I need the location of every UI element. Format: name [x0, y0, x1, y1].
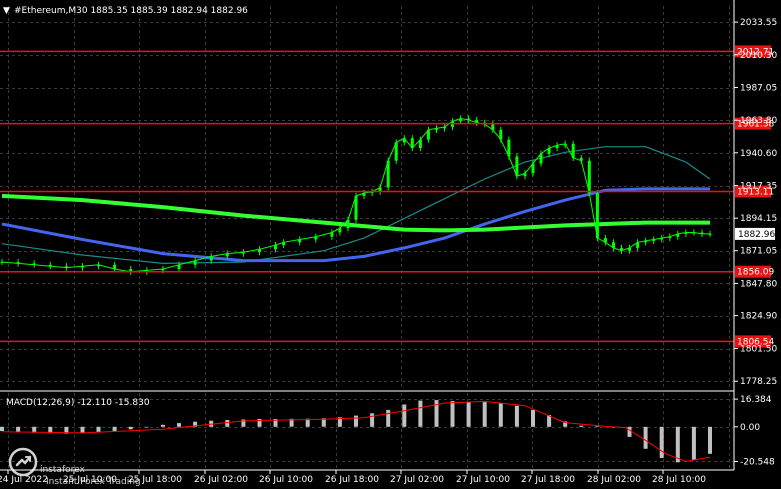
macd-bar [144, 426, 149, 428]
macd-bar [498, 403, 503, 427]
watermark-tagline: Instant Forex Trading [46, 477, 141, 487]
trading-chart[interactable]: 2012.711961.381913.111856.091806.54 2033… [0, 0, 781, 489]
time-tick-label: 27 Jul 02:00 [390, 475, 444, 485]
macd-bar [386, 409, 391, 427]
price-tick-label: 1847.80 [740, 279, 777, 289]
macd-tick-label: 16.384 [740, 395, 772, 405]
time-tick-label: 26 Jul 18:00 [325, 475, 379, 485]
time-tick-label: 26 Jul 02:00 [194, 475, 248, 485]
price-tick-label: 1987.05 [740, 84, 777, 94]
level-label: 1856.09 [737, 268, 774, 278]
macd-bar [691, 426, 696, 460]
macd-bar [627, 426, 632, 437]
macd-bar [482, 402, 487, 427]
macd-bar [225, 420, 230, 427]
symbol-header: #Ethereum,M30 1885.35 1885.39 1882.94 18… [14, 6, 248, 16]
dropdown-arrow-icon[interactable]: ▼ [3, 6, 10, 16]
price-tick-label: 1963.80 [740, 116, 777, 126]
price-tick-label: 2010.30 [740, 51, 777, 61]
macd-bar [80, 426, 85, 434]
price-tick-label: 1824.90 [740, 312, 777, 322]
macd-tick-label: 0.00 [740, 423, 760, 433]
time-tick-label: 28 Jul 10:00 [652, 475, 706, 485]
time-tick-label: 26 Jul 10:00 [259, 475, 313, 485]
time-tick-label: 27 Jul 10:00 [456, 475, 510, 485]
price-tick-label: 1801.50 [740, 345, 777, 355]
time-tick-label: 24 Jul 2022 [0, 475, 48, 485]
macd-bar [112, 426, 117, 431]
price-tick-label: 1940.60 [740, 149, 777, 159]
price-tick-label: 1778.25 [740, 377, 777, 387]
price-tick-label: 1917.35 [740, 182, 777, 192]
macd-bar [402, 404, 407, 427]
time-tick-label: 28 Jul 02:00 [587, 475, 641, 485]
macd-bar [418, 400, 423, 427]
macd-bar [643, 426, 648, 449]
macd-bar [675, 426, 680, 463]
macd-bar [659, 426, 664, 458]
macd-title: MACD(12,26,9) -12.110 -15.830 [6, 398, 150, 408]
macd-bar [177, 423, 181, 427]
watermark-brand: instaforex [40, 465, 85, 475]
macd-bar [514, 405, 519, 427]
time-tick-label: 27 Jul 18:00 [521, 475, 575, 485]
macd-bar [354, 415, 358, 427]
macd-bar [96, 426, 101, 433]
price-tick-label: 1894.15 [740, 214, 777, 224]
macd-bar [708, 426, 712, 454]
price-tick-label: 1871.05 [740, 247, 777, 257]
macd-bar [370, 413, 375, 427]
macd-bar [160, 424, 165, 427]
current-price-label: 1882.96 [738, 230, 775, 240]
price-tick-label: 2033.55 [740, 18, 777, 28]
macd-bar [466, 402, 471, 427]
macd-bar [16, 426, 21, 432]
macd-bar [579, 425, 584, 427]
macd-bar [531, 409, 535, 427]
macd-bar [128, 426, 133, 430]
macd-tick-label: -20.548 [740, 458, 775, 468]
macd-bar [0, 426, 4, 431]
macd-bar [450, 401, 455, 427]
